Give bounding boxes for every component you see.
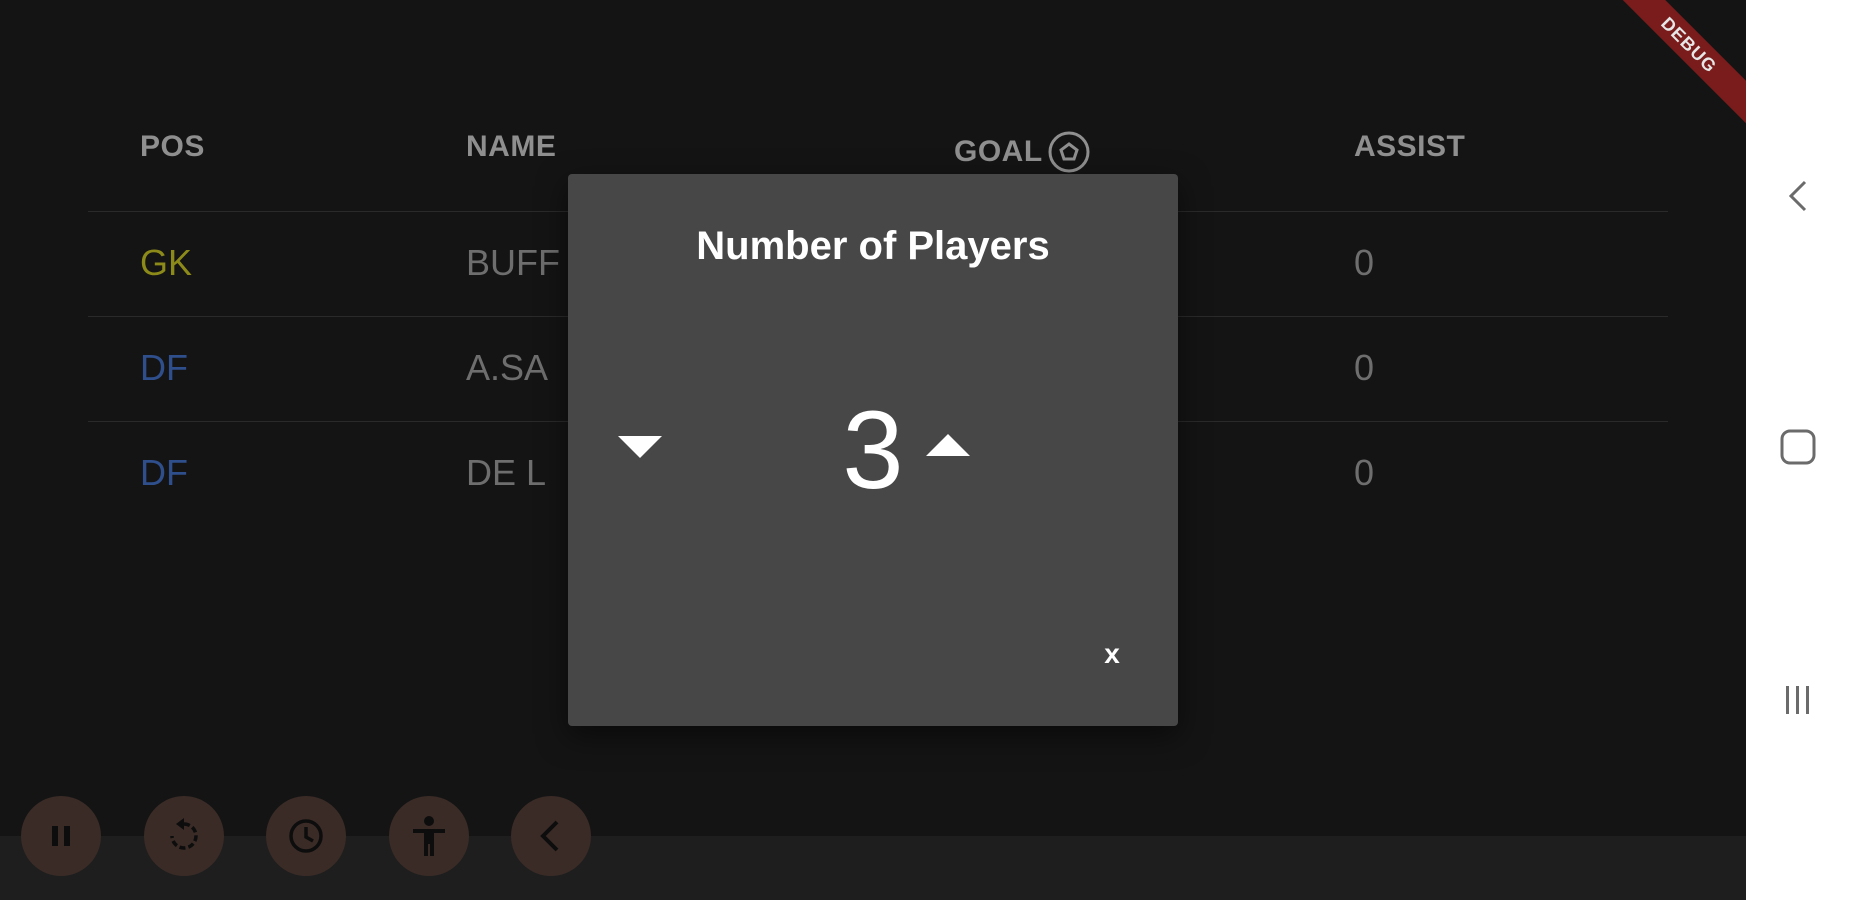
system-back-button[interactable]	[1772, 170, 1824, 222]
header-goal: GOAL	[954, 130, 1091, 174]
row-assist: 0	[1354, 347, 1375, 388]
row-assist: 0	[1354, 452, 1375, 493]
replay-icon	[170, 818, 198, 850]
bottom-bar	[0, 836, 1746, 900]
soccer-ball-icon	[1048, 131, 1090, 173]
row-pos: DF	[140, 452, 188, 493]
header-goal-label: GOAL	[954, 135, 1043, 168]
header-pos: POS	[140, 130, 205, 163]
timer-button[interactable]	[266, 796, 346, 876]
accessibility-icon	[413, 816, 445, 856]
row-assist: 0	[1354, 242, 1375, 283]
system-home-button[interactable]	[1772, 421, 1824, 473]
pause-button[interactable]	[21, 796, 101, 876]
replay-button[interactable]	[144, 796, 224, 876]
system-navigation-bar	[1746, 0, 1851, 900]
player-count-value: 3	[842, 389, 904, 512]
home-square-icon	[1780, 429, 1816, 465]
table-header: POS NAME GOAL ASSIST	[140, 130, 1640, 173]
players-button[interactable]	[389, 796, 469, 876]
back-chevron-icon	[1788, 180, 1807, 212]
back-button[interactable]	[511, 796, 591, 876]
header-assist: ASSIST	[1354, 130, 1466, 163]
triangle-up-icon	[926, 434, 970, 456]
chevron-left-icon	[540, 820, 559, 852]
row-pos: DF	[140, 347, 188, 388]
clock-icon	[289, 819, 323, 853]
dialog-title: Number of Players	[696, 224, 1050, 268]
pause-icon	[52, 826, 70, 846]
close-button[interactable]: x	[1086, 634, 1138, 674]
row-pos: GK	[140, 242, 193, 283]
app-screen: POS NAME GOAL ASSIST GK BUFF 0 DF A.SA 0	[0, 0, 1746, 900]
number-of-players-dialog: Number of Players 3 x	[568, 174, 1178, 726]
row-name: BUFF	[466, 242, 560, 283]
row-name: A.SA	[466, 347, 549, 388]
row-name: DE L	[466, 452, 547, 493]
header-name: NAME	[466, 130, 557, 163]
recents-bars-icon	[1786, 686, 1809, 714]
system-recents-button[interactable]	[1772, 674, 1824, 726]
increment-button[interactable]	[908, 416, 988, 476]
